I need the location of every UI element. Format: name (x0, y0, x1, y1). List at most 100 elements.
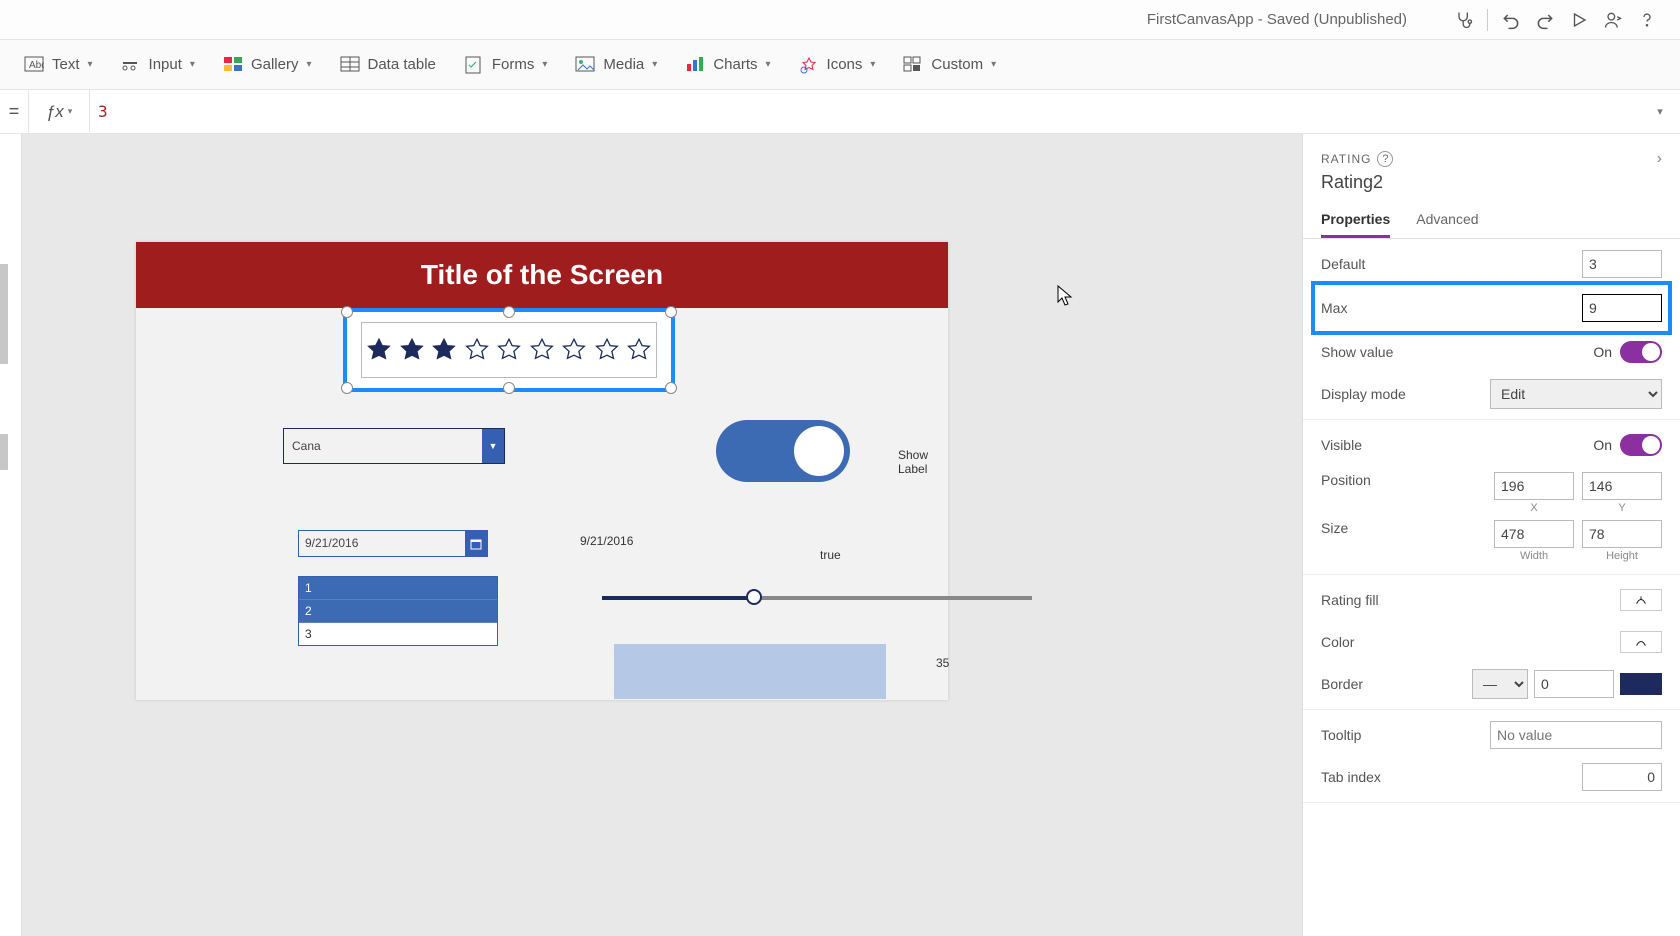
prop-border-width[interactable] (1534, 670, 1614, 698)
properties-panel: RATING ? › Rating2 Properties Advanced D… (1302, 134, 1680, 936)
resize-handle[interactable] (503, 382, 515, 394)
prop-border-color[interactable] (1620, 673, 1662, 695)
cursor-icon (1056, 284, 1074, 311)
dropdown-control[interactable]: Cana ▼ (283, 428, 505, 464)
star-icon[interactable] (366, 337, 392, 363)
ribbon-datatable-label: Data table (368, 56, 436, 73)
ribbon-input[interactable]: Input▾ (121, 56, 195, 74)
ribbon-custom-label: Custom (931, 56, 983, 73)
prop-default-input[interactable] (1582, 250, 1662, 278)
prop-displaymode-label: Display mode (1321, 386, 1490, 402)
star-icon[interactable] (626, 337, 652, 363)
ribbon-charts[interactable]: Charts▾ (685, 56, 770, 74)
formula-expand-icon[interactable]: ▾ (1640, 105, 1680, 118)
screen-title[interactable]: Title of the Screen (136, 242, 948, 308)
toggle-label: Show Label (898, 448, 948, 476)
fx-button[interactable]: ƒx▾ (29, 102, 89, 122)
chevron-down-icon[interactable]: ▼ (482, 429, 504, 463)
resize-handle[interactable] (341, 382, 353, 394)
calendar-icon[interactable] (465, 531, 487, 556)
prop-color-swatch[interactable] (1620, 631, 1662, 653)
forms-icon (464, 56, 484, 74)
prop-position-y[interactable] (1582, 472, 1662, 500)
equals-label: = (0, 101, 28, 122)
prop-tooltip-input[interactable] (1490, 721, 1662, 749)
prop-tabindex-input[interactable] (1582, 763, 1662, 791)
star-icon[interactable] (399, 337, 425, 363)
resize-handle[interactable] (503, 306, 515, 318)
rating-stars[interactable] (361, 322, 657, 378)
rating-control-selected[interactable] (343, 308, 675, 392)
date-label: 9/21/2016 (580, 534, 633, 548)
star-icon[interactable] (431, 337, 457, 363)
listbox-control[interactable]: 1 2 3 (298, 576, 498, 646)
ribbon-text-label: Text (52, 56, 80, 73)
prop-visible-state: On (1593, 437, 1612, 453)
undo-icon[interactable] (1494, 3, 1528, 37)
control-name[interactable]: Rating2 (1303, 172, 1680, 203)
ribbon-media-label: Media (603, 56, 644, 73)
datatable-icon (340, 56, 360, 74)
share-user-icon[interactable] (1596, 3, 1630, 37)
resize-handle[interactable] (665, 306, 677, 318)
input-icon (121, 56, 141, 74)
help-icon[interactable]: ? (1377, 151, 1393, 167)
prop-max-input[interactable] (1582, 294, 1662, 322)
prop-size-w[interactable] (1494, 520, 1574, 548)
ribbon-media[interactable]: Media▾ (575, 56, 657, 74)
titlebar: FirstCanvasApp - Saved (Unpublished) (0, 0, 1680, 40)
play-icon[interactable] (1562, 3, 1596, 37)
datepicker-control[interactable]: 9/21/2016 (298, 530, 488, 557)
chevron-right-icon[interactable]: › (1657, 150, 1662, 168)
prop-showvalue-toggle[interactable] (1620, 341, 1662, 363)
star-icon[interactable] (594, 337, 620, 363)
app-title: FirstCanvasApp - Saved (Unpublished) (1147, 11, 1407, 28)
prop-tabindex-label: Tab index (1321, 769, 1582, 785)
list-item[interactable]: 3 (299, 623, 497, 645)
insert-ribbon: Abc Text▾ Input▾ Gallery▾ Data table For… (0, 40, 1680, 90)
ribbon-forms[interactable]: Forms▾ (464, 56, 548, 74)
prop-position-x[interactable] (1494, 472, 1574, 500)
prop-ratingfill-swatch[interactable] (1620, 589, 1662, 611)
slider-control[interactable] (602, 596, 1032, 600)
canvas-screen[interactable]: Title of the Screen Cana ▼ Show Label 9/… (136, 242, 948, 700)
star-icon[interactable] (529, 337, 555, 363)
prop-border-style[interactable]: — (1472, 669, 1528, 699)
redo-icon[interactable] (1528, 3, 1562, 37)
left-rail-handle[interactable] (0, 264, 8, 364)
canvas-area[interactable]: Title of the Screen Cana ▼ Show Label 9/… (22, 134, 1302, 936)
prop-y-sublabel: Y (1618, 502, 1625, 514)
ribbon-custom[interactable]: Custom▾ (903, 56, 996, 74)
left-rail-handle-2[interactable] (0, 434, 8, 470)
tab-properties[interactable]: Properties (1321, 203, 1390, 238)
ribbon-datatable[interactable]: Data table (340, 56, 436, 74)
help-icon[interactable] (1630, 3, 1664, 37)
list-item[interactable]: 1 (299, 577, 497, 600)
prop-size-h[interactable] (1582, 520, 1662, 548)
prop-displaymode-select[interactable]: Edit (1490, 379, 1662, 409)
rectangle-control[interactable] (614, 644, 886, 699)
tab-advanced[interactable]: Advanced (1416, 203, 1478, 238)
stethoscope-icon[interactable] (1447, 3, 1481, 37)
formula-bar: = ƒx▾ ▾ (0, 90, 1680, 134)
ribbon-icons[interactable]: Icons▾ (799, 56, 876, 74)
ribbon-icons-label: Icons (827, 56, 863, 73)
prop-tooltip-label: Tooltip (1321, 727, 1490, 743)
list-item[interactable]: 2 (299, 600, 497, 623)
media-icon (575, 56, 595, 74)
prop-max-label: Max (1321, 300, 1582, 316)
ribbon-forms-label: Forms (492, 56, 535, 73)
prop-visible-toggle[interactable] (1620, 434, 1662, 456)
slider-thumb[interactable] (746, 589, 762, 605)
star-icon[interactable] (561, 337, 587, 363)
star-icon[interactable] (496, 337, 522, 363)
resize-handle[interactable] (665, 382, 677, 394)
toggle-control[interactable] (716, 420, 850, 482)
left-rail[interactable] (0, 134, 22, 936)
ribbon-text[interactable]: Abc Text▾ (24, 56, 93, 74)
resize-handle[interactable] (341, 306, 353, 318)
ribbon-input-label: Input (149, 56, 182, 73)
formula-input[interactable] (90, 102, 1640, 121)
star-icon[interactable] (464, 337, 490, 363)
ribbon-gallery[interactable]: Gallery▾ (223, 56, 312, 74)
